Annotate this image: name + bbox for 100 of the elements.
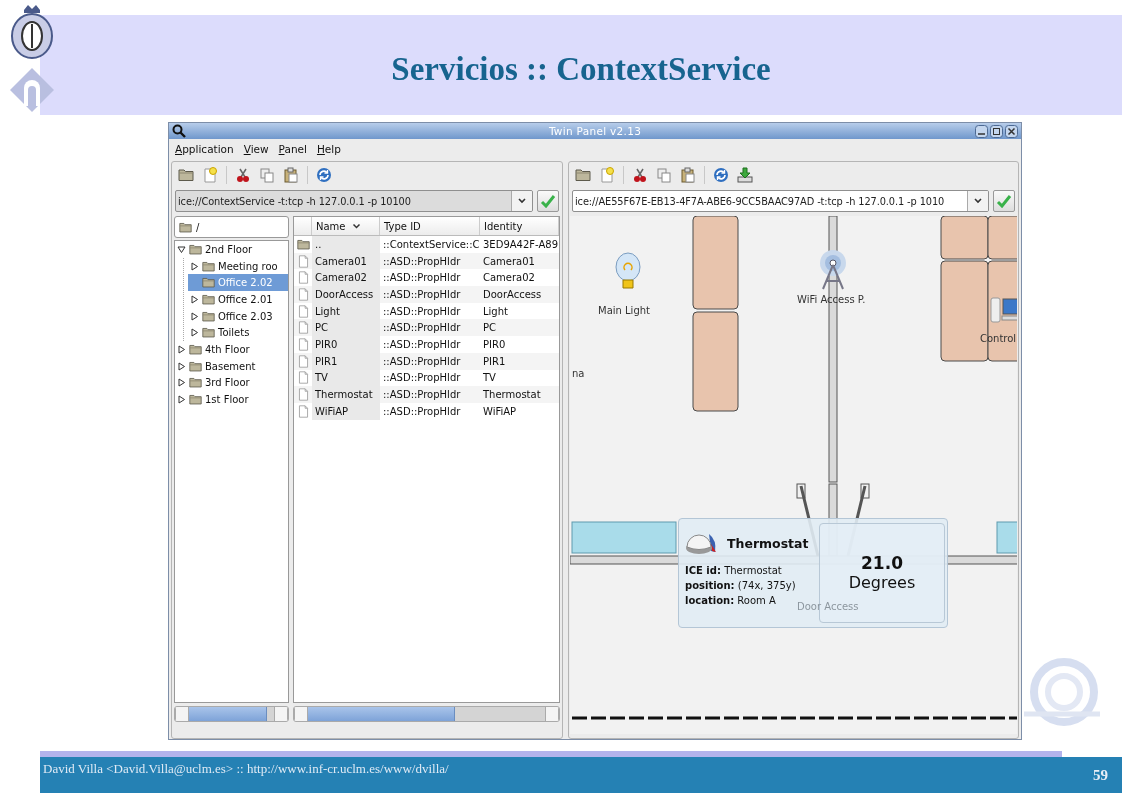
tree-item[interactable]: Basement — [175, 357, 288, 375]
tree-item[interactable]: Office 2.01 — [188, 291, 288, 308]
maximize-icon[interactable] — [990, 124, 1003, 138]
expand-triangle-icon[interactable] — [177, 395, 186, 405]
search-icon[interactable] — [172, 124, 186, 138]
table-cell: Thermostat — [483, 389, 541, 401]
folder-icon — [202, 259, 215, 273]
column-header[interactable]: Type ID — [380, 217, 480, 235]
table-cell: DoorAccess — [315, 288, 374, 300]
checkmark-icon — [540, 194, 556, 208]
folder-icon — [189, 376, 202, 390]
chevron-down-icon[interactable] — [973, 197, 983, 205]
table-cell: Light — [483, 305, 508, 317]
tree-item[interactable]: 4th Floor — [175, 341, 288, 358]
expand-triangle-icon[interactable] — [190, 294, 199, 304]
document-icon — [296, 404, 310, 418]
minimize-icon[interactable] — [975, 124, 988, 138]
column-header[interactable]: Name — [312, 217, 380, 235]
page-number: 59 — [1093, 766, 1108, 784]
menu-item[interactable]: Help — [316, 143, 341, 155]
expand-triangle-icon[interactable] — [177, 361, 186, 371]
table-cell: ::ASD::PropHldr — [383, 272, 461, 284]
tree-item[interactable]: Meeting roo — [188, 257, 288, 275]
footer-text: David Villa <David.Villa@uclm.es> :: http://www.inf-cr.uclm.es/www/dvilla/ — [43, 761, 449, 777]
folder-icon — [202, 276, 215, 290]
menu-item[interactable]: Application — [175, 143, 234, 155]
window-title: Twin Panel v2.13 — [548, 125, 642, 137]
horizontal-scrollbar[interactable] — [174, 706, 289, 722]
column-header[interactable]: Identity — [480, 217, 559, 235]
scissors-icon[interactable] — [632, 167, 648, 183]
table-cell: ::ASD::PropHldr — [383, 305, 461, 317]
tower-icon — [8, 66, 56, 114]
table-cell: ::ContextService::C — [383, 238, 480, 250]
map-label: na — [572, 368, 585, 379]
checkmark-icon — [996, 194, 1012, 208]
folder-icon — [189, 359, 202, 373]
table-cell: TV — [315, 372, 328, 384]
copy-icon[interactable] — [656, 167, 672, 183]
expand-triangle-icon[interactable] — [190, 261, 199, 271]
table-cell: .. — [315, 238, 322, 250]
folder-icon[interactable] — [575, 167, 591, 183]
folder-icon — [189, 242, 202, 256]
address-field[interactable]: ice://AE55F67E-EB13-4F7A-ABE6-9CC5BAAC97AD -t:tcp -h 127.0.0.1 -p 1010 — [572, 190, 989, 212]
tooltip-line: position: (74x, 375y) — [685, 580, 796, 591]
folder-icon — [202, 309, 215, 323]
refresh-icon[interactable] — [713, 167, 729, 183]
apply-button[interactable] — [993, 190, 1015, 212]
document-icon — [296, 271, 310, 285]
folder-icon — [179, 220, 192, 234]
collapse-triangle-icon[interactable] — [177, 244, 186, 254]
map-label: Door Access — [797, 601, 859, 612]
paste-icon[interactable] — [680, 167, 696, 183]
tree-item[interactable]: Toilets — [188, 324, 288, 342]
expand-triangle-icon[interactable] — [190, 328, 199, 338]
folder-icon — [189, 393, 202, 407]
table-cell: WiFiAP — [483, 405, 517, 417]
table-cell: ::ASD::PropHldr — [383, 405, 461, 417]
table-cell: PC — [483, 322, 496, 334]
expand-triangle-icon[interactable] — [177, 344, 186, 354]
table-cell: PIR0 — [483, 338, 506, 350]
table-cell: ::ASD::PropHldr — [383, 338, 461, 350]
table-cell: ::ASD::PropHldr — [383, 389, 461, 401]
download-icon[interactable] — [737, 167, 753, 183]
table-cell: 3ED9A42F-A89 — [483, 238, 558, 250]
expand-triangle-icon[interactable] — [190, 311, 199, 321]
menu-item[interactable]: Panel — [278, 143, 307, 155]
path-field[interactable]: / — [174, 216, 289, 238]
table-cell: PIR1 — [315, 355, 338, 367]
table-cell: Thermostat — [315, 389, 373, 401]
menu-item[interactable]: View — [243, 143, 269, 155]
scissors-icon[interactable] — [235, 167, 251, 183]
copy-icon[interactable] — [259, 167, 275, 183]
table-cell: Camera02 — [483, 272, 535, 284]
folder-icon[interactable] — [178, 167, 194, 183]
paste-icon[interactable] — [283, 167, 299, 183]
tree-item[interactable]: Office 2.03 — [188, 307, 288, 325]
sort-chevron-icon — [351, 222, 361, 230]
tooltip-line: ICE id: Thermostat — [685, 565, 782, 576]
map-label: Main Light — [598, 305, 650, 316]
table-cell: ::ASD::PropHldr — [383, 288, 461, 300]
table-cell: Camera01 — [315, 255, 367, 267]
table-cell: ::ASD::PropHldr — [383, 322, 461, 334]
crest-icon — [8, 4, 56, 60]
folder-icon — [202, 326, 215, 340]
expand-triangle-icon[interactable] — [177, 378, 186, 388]
map-label: WiFi Access P. — [797, 294, 866, 305]
slide-title: Servicios :: ContextService — [391, 49, 771, 88]
close-icon[interactable] — [1005, 124, 1018, 138]
tree-item[interactable]: 3rd Floor — [175, 374, 288, 392]
table-cell: ::ASD::PropHldr — [383, 355, 461, 367]
table-cell: TV — [483, 372, 496, 384]
tree-item[interactable]: 1st Floor — [175, 391, 288, 408]
tree-item[interactable]: 2nd Floor — [175, 241, 288, 258]
refresh-icon[interactable] — [316, 167, 332, 183]
folder-icon — [296, 237, 310, 251]
apply-button[interactable] — [537, 190, 559, 212]
horizontal-scrollbar[interactable] — [293, 706, 560, 722]
table-cell: Light — [315, 305, 340, 317]
table-cell: ::ASD::PropHldr — [383, 255, 461, 267]
table-cell: DoorAccess — [483, 288, 542, 300]
